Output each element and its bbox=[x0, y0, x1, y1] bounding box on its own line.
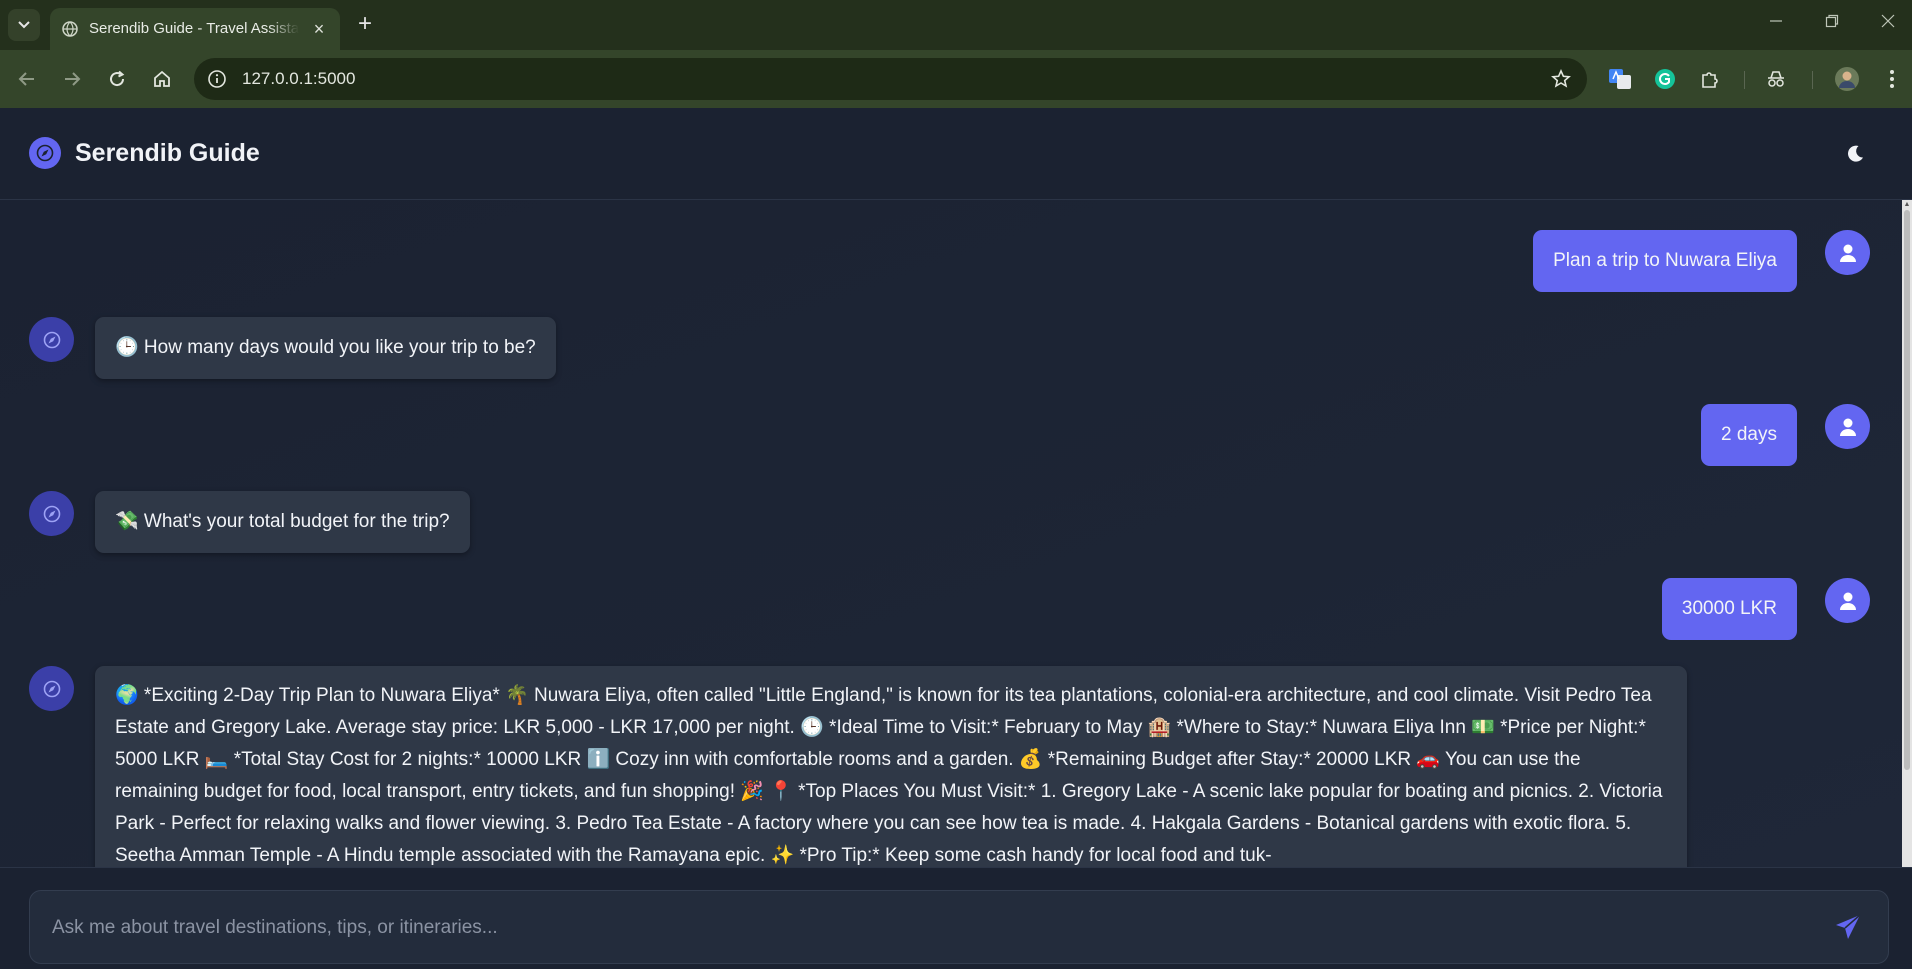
minimize-icon[interactable] bbox=[1764, 12, 1788, 36]
moon-icon[interactable] bbox=[1844, 143, 1866, 165]
compass-icon bbox=[43, 331, 60, 348]
profile-avatar[interactable] bbox=[1833, 65, 1861, 93]
back-icon[interactable] bbox=[13, 65, 41, 93]
chat-messages[interactable]: Plan a trip to Nuwara Eliya 🕒 How many d… bbox=[0, 200, 1902, 867]
site-info-icon[interactable] bbox=[206, 68, 228, 90]
send-button[interactable] bbox=[1834, 913, 1862, 941]
user-avatar bbox=[1825, 578, 1870, 623]
browser-tabstrip: Serendib Guide - Travel Assistant × + bbox=[0, 0, 1912, 50]
bot-avatar bbox=[29, 317, 74, 362]
user-message: 30000 LKR bbox=[1661, 578, 1797, 640]
user-message: 2 days bbox=[1701, 404, 1797, 466]
address-bar[interactable]: 127.0.0.1:5000 bbox=[194, 58, 1587, 100]
app-title: Serendib Guide bbox=[75, 139, 260, 167]
user-icon bbox=[1839, 418, 1856, 436]
close-window-icon[interactable] bbox=[1876, 12, 1900, 36]
extensions-puzzle-icon[interactable] bbox=[1696, 65, 1724, 93]
bot-avatar bbox=[29, 666, 74, 711]
user-message: Plan a trip to Nuwara Eliya bbox=[1533, 230, 1797, 292]
browser-toolbar: 127.0.0.1:5000 bbox=[0, 50, 1912, 108]
bookmark-star-icon[interactable] bbox=[1551, 69, 1571, 89]
message-input[interactable] bbox=[50, 891, 1794, 965]
bot-avatar bbox=[29, 491, 74, 536]
composer[interactable] bbox=[29, 890, 1889, 965]
translate-extension-icon[interactable] bbox=[1606, 65, 1634, 93]
bot-message: 💸 What's your total budget for the trip? bbox=[95, 491, 470, 553]
browser-menu-icon[interactable] bbox=[1878, 65, 1906, 93]
bot-message-trip-plan: 🌍 *Exciting 2-Day Trip Plan to Nuwara El… bbox=[95, 666, 1687, 867]
incognito-icon[interactable] bbox=[1762, 65, 1790, 93]
user-avatar bbox=[1825, 230, 1870, 275]
toolbar-separator bbox=[1744, 71, 1745, 89]
scroll-up-arrow-icon[interactable]: ▲ bbox=[1902, 200, 1912, 210]
globe-icon bbox=[62, 21, 78, 37]
tab-title: Serendib Guide - Travel Assistant bbox=[89, 20, 299, 37]
bot-message: 🕒 How many days would you like your trip… bbox=[95, 317, 556, 379]
user-avatar bbox=[1825, 404, 1870, 449]
forward-icon[interactable] bbox=[58, 65, 86, 93]
user-icon bbox=[1839, 592, 1856, 610]
new-tab-button[interactable]: + bbox=[352, 12, 378, 38]
close-tab-icon[interactable]: × bbox=[310, 20, 328, 38]
reload-icon[interactable] bbox=[103, 65, 131, 93]
tab-search-dropdown[interactable] bbox=[8, 9, 40, 41]
user-icon bbox=[1839, 244, 1856, 262]
chevron-down-icon bbox=[18, 21, 30, 29]
composer-bar bbox=[0, 867, 1912, 969]
compass-icon bbox=[43, 680, 60, 697]
browser-tab[interactable]: Serendib Guide - Travel Assistant × bbox=[50, 8, 340, 50]
compass-icon bbox=[43, 505, 60, 522]
chat-scrollbar-thumb[interactable] bbox=[1904, 210, 1910, 770]
restore-icon[interactable] bbox=[1820, 12, 1844, 36]
home-icon[interactable] bbox=[148, 65, 176, 93]
toolbar-separator bbox=[1812, 71, 1813, 89]
grammarly-extension-icon[interactable] bbox=[1651, 65, 1679, 93]
app-header: Serendib Guide bbox=[0, 108, 1912, 200]
compass-icon bbox=[29, 137, 61, 169]
url-text: 127.0.0.1:5000 bbox=[242, 69, 356, 88]
